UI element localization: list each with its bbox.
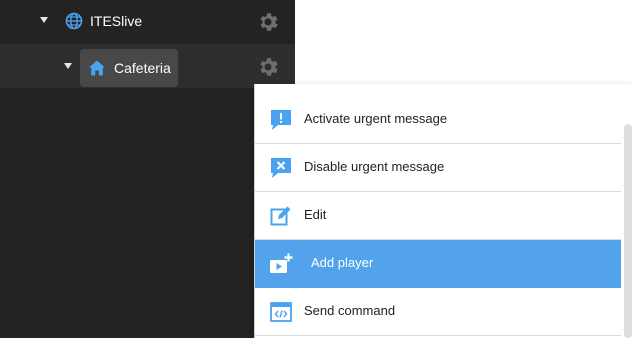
menu-item-edit[interactable]: Edit: [255, 192, 621, 240]
selected-node-chip[interactable]: Cafeteria: [80, 49, 178, 87]
gear-icon[interactable]: [256, 55, 280, 79]
send-command-icon: [270, 302, 292, 322]
site-tree-panel: ITESlive Cafeteria: [0, 0, 295, 338]
edit-icon: [270, 206, 291, 226]
home-icon: [89, 60, 105, 76]
menu-item-label: Disable urgent message: [304, 159, 445, 174]
menu-item-disable-urgent-message[interactable]: Disable urgent message: [255, 144, 621, 192]
tree-node-label: Cafeteria: [114, 60, 171, 76]
menu-item-label: Send command: [304, 303, 396, 318]
urgent-message-icon: [271, 110, 291, 130]
tree-node-label: ITESlive: [90, 13, 143, 29]
expand-caret-icon[interactable]: [64, 63, 72, 69]
context-menu: Activate urgent message Disable urgent m…: [254, 84, 634, 338]
tree-node-iteslive[interactable]: ITESlive: [0, 0, 295, 44]
menu-scrollbar-thumb[interactable]: [624, 124, 632, 338]
expand-caret-icon[interactable]: [40, 17, 48, 23]
menu-item-label: Add player: [311, 255, 374, 270]
menu-item-send-command[interactable]: Send command: [255, 288, 621, 336]
gear-icon[interactable]: [256, 10, 280, 34]
add-player-icon: [270, 253, 293, 273]
menu-item-add-player[interactable]: Add player: [255, 240, 621, 288]
menu-item-label: Edit: [304, 207, 327, 222]
menu-item-label: Activate urgent message: [304, 111, 448, 126]
disable-message-icon: [271, 158, 291, 178]
menu-item-activate-urgent-message[interactable]: Activate urgent message: [255, 96, 621, 144]
globe-icon: [65, 12, 83, 30]
